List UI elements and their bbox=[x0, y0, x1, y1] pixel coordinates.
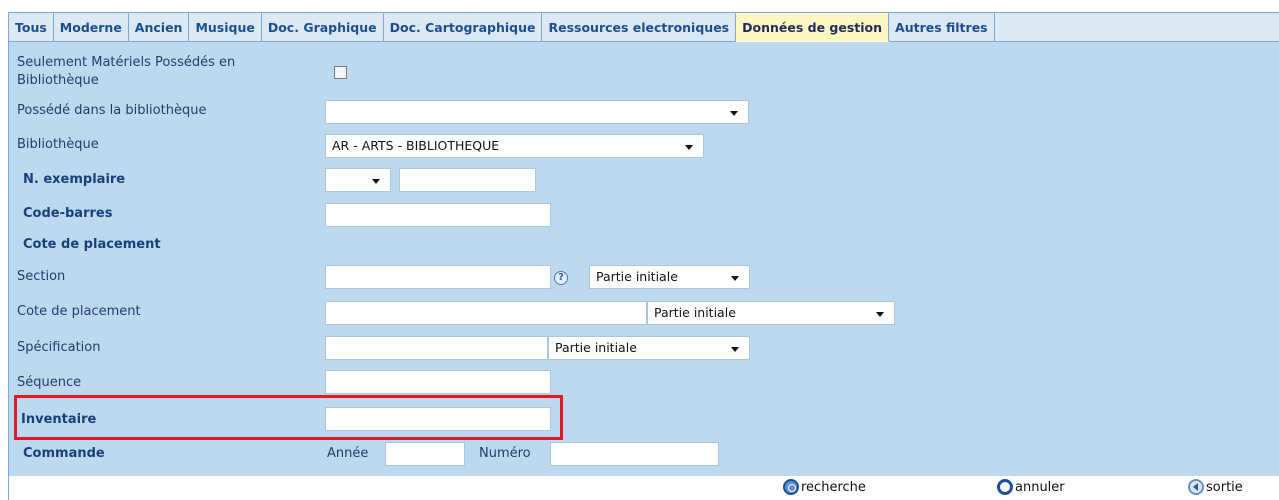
cancel-button-label: annuler bbox=[1015, 479, 1065, 495]
tab-ancien[interactable]: Ancien bbox=[128, 13, 190, 42]
search-button-label: recherche bbox=[801, 479, 866, 495]
section-input[interactable] bbox=[325, 265, 551, 289]
sequence-input[interactable] bbox=[325, 370, 551, 394]
circle-icon bbox=[997, 479, 1013, 495]
shelfmark-input[interactable] bbox=[325, 301, 647, 325]
owned-only-checkbox[interactable] bbox=[334, 66, 347, 79]
tab-bar-filler bbox=[994, 13, 1279, 42]
tab-donnees-de-gestion[interactable]: Données de gestion bbox=[736, 13, 890, 42]
exit-button-label: sortie bbox=[1206, 479, 1243, 495]
order-number-label: Numéro bbox=[479, 446, 531, 461]
chevron-down-icon bbox=[685, 145, 693, 150]
inventory-input[interactable] bbox=[325, 407, 551, 431]
owned-only-label-line2: Bibliothèque bbox=[17, 73, 99, 88]
cancel-button[interactable]: annuler bbox=[997, 479, 1065, 495]
inventory-label: Inventaire bbox=[21, 412, 97, 427]
shelfmark-section-heading: Cote de placement bbox=[23, 237, 161, 252]
specification-mode-value: Partie initiale bbox=[555, 340, 637, 355]
tab-bar: Tous Moderne Ancien Musique Doc. Graphiq… bbox=[8, 12, 1279, 42]
order-year-label: Année bbox=[327, 446, 369, 461]
tab-autres-filtres[interactable]: Autres filtres bbox=[889, 13, 995, 42]
footer-bar: recherche annuler sortie bbox=[8, 476, 1279, 500]
shelfmark-mode-select[interactable]: Partie initiale bbox=[647, 301, 895, 325]
library-select[interactable]: AR - ARTS - BIBLIOTHEQUE bbox=[325, 134, 704, 158]
chevron-down-icon bbox=[731, 347, 739, 352]
help-icon[interactable]: ? bbox=[554, 271, 568, 285]
tab-tous[interactable]: Tous bbox=[9, 13, 54, 42]
section-mode-value: Partie initiale bbox=[596, 269, 678, 284]
chevron-down-icon bbox=[731, 276, 739, 281]
specification-mode-select[interactable]: Partie initiale bbox=[548, 336, 750, 360]
search-icon bbox=[783, 479, 799, 495]
tab-doc-graphique[interactable]: Doc. Graphique bbox=[261, 13, 384, 42]
library-value: AR - ARTS - BIBLIOTHEQUE bbox=[332, 138, 500, 153]
barcode-label: Code-barres bbox=[23, 206, 113, 221]
chevron-down-icon bbox=[876, 312, 884, 317]
tab-moderne[interactable]: Moderne bbox=[53, 13, 129, 42]
chevron-down-icon bbox=[730, 111, 738, 116]
section-mode-select[interactable]: Partie initiale bbox=[589, 265, 750, 289]
exit-button[interactable]: sortie bbox=[1188, 479, 1243, 495]
barcode-input[interactable] bbox=[325, 203, 551, 227]
order-year-input[interactable] bbox=[385, 442, 465, 466]
shelfmark-mode-value: Partie initiale bbox=[654, 305, 736, 320]
copy-number-input[interactable] bbox=[399, 168, 536, 192]
section-label: Section bbox=[17, 269, 66, 284]
library-label: Bibliothèque bbox=[17, 137, 99, 152]
back-arrow-icon bbox=[1188, 479, 1204, 495]
search-form-panel: Seulement Matériels Possédés en Biblioth… bbox=[8, 42, 1279, 476]
chevron-down-icon bbox=[372, 179, 380, 184]
owned-only-label-line1: Seulement Matériels Possédés en bbox=[17, 55, 236, 70]
order-number-input[interactable] bbox=[550, 442, 719, 466]
copy-number-label: N. exemplaire bbox=[23, 172, 126, 187]
copy-number-select[interactable] bbox=[325, 168, 391, 192]
shelfmark-label: Cote de placement bbox=[17, 304, 141, 319]
order-label: Commande bbox=[23, 446, 105, 461]
tab-ressources-electroniques[interactable]: Ressources electroniques bbox=[542, 13, 737, 42]
owned-in-library-label: Possédé dans la bibliothèque bbox=[17, 103, 207, 118]
search-button[interactable]: recherche bbox=[783, 479, 866, 495]
tab-doc-cartographique[interactable]: Doc. Cartographique bbox=[383, 13, 543, 42]
sequence-label: Séquence bbox=[17, 375, 82, 390]
specification-input[interactable] bbox=[325, 336, 548, 360]
tab-musique[interactable]: Musique bbox=[189, 13, 262, 42]
owned-in-library-select[interactable] bbox=[325, 100, 749, 124]
specification-label: Spécification bbox=[17, 340, 101, 355]
